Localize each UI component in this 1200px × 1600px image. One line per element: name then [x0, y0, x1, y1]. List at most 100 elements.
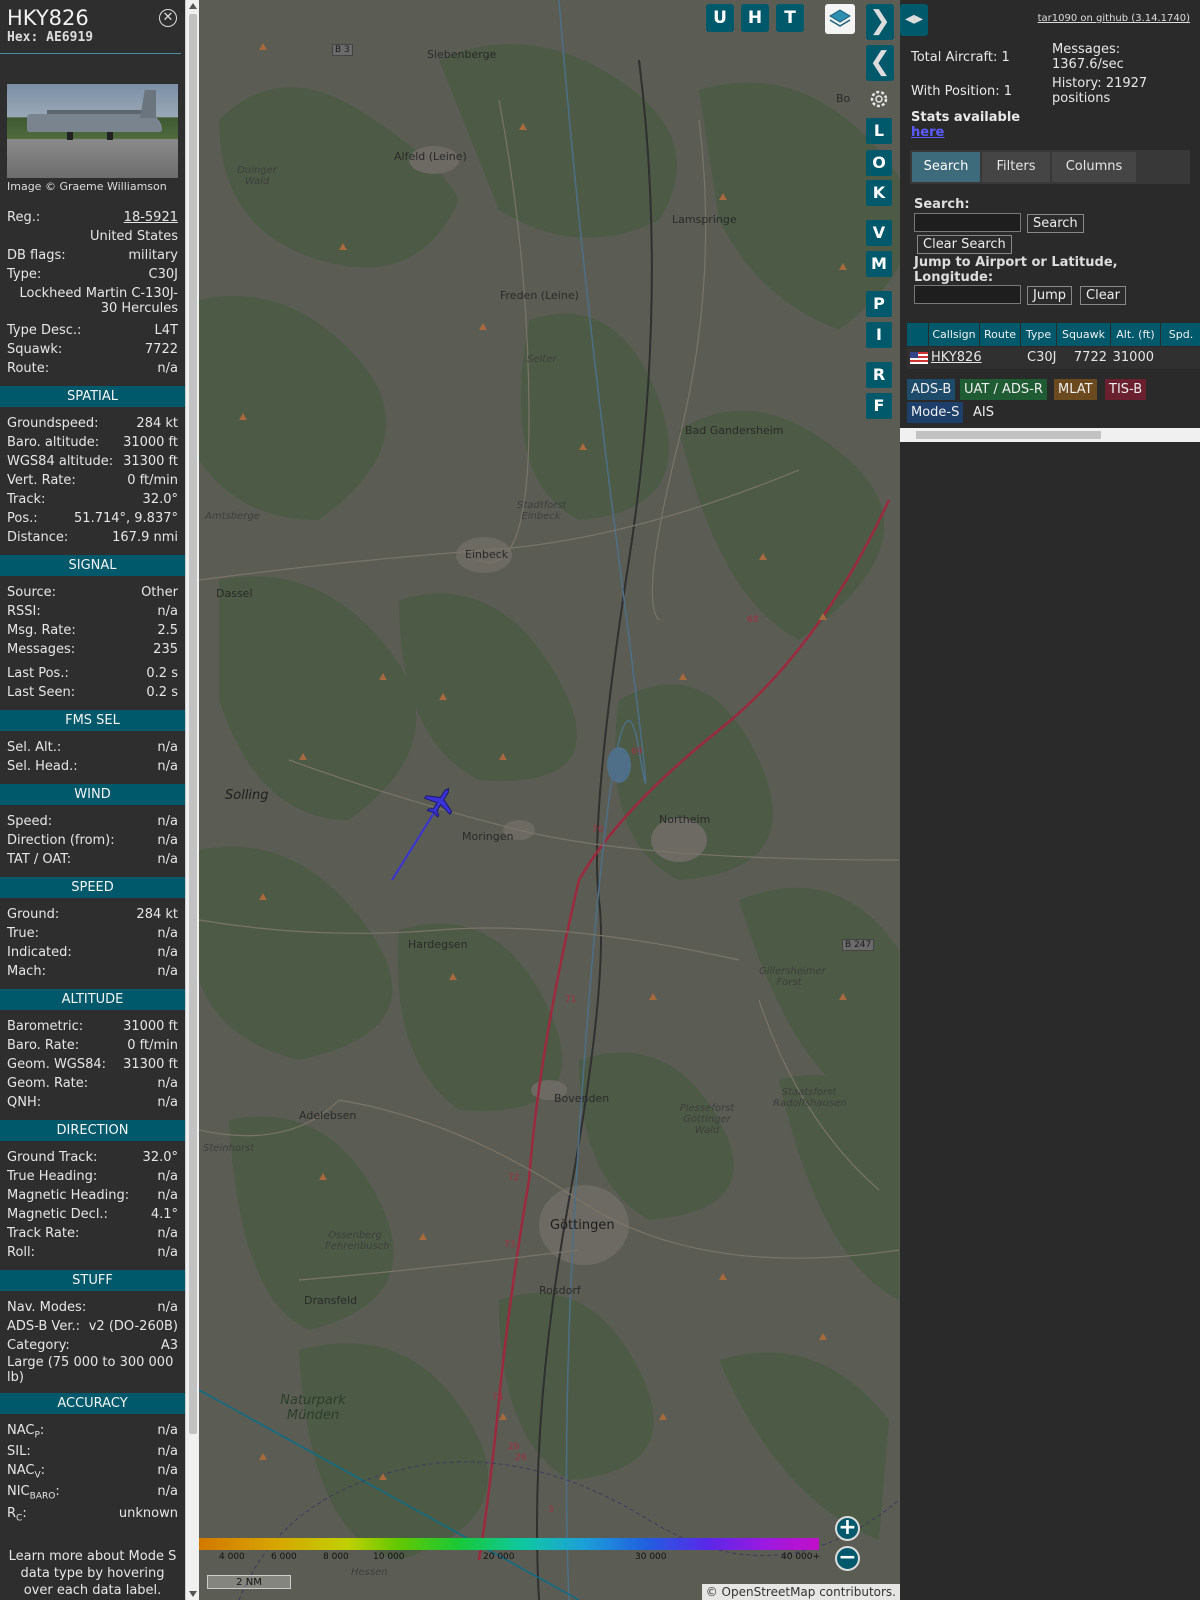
toggle-k-button[interactable]: K	[866, 180, 892, 206]
info-row: Last Pos.: 0.2 s	[0, 664, 185, 683]
info-row-route: Route: n/a	[7, 361, 178, 376]
legend-ais: AIS	[969, 402, 998, 423]
tab-filters[interactable]: Filters	[982, 152, 1050, 182]
column-altitude[interactable]: Alt. (ft)	[1111, 323, 1160, 346]
map-label: Alfeld (Leine)	[394, 150, 467, 163]
road-number: 26	[515, 1453, 527, 1463]
info-row: Geom. Rate: n/a	[0, 1074, 185, 1093]
info-value: n/a	[157, 1300, 178, 1315]
info-row: TAT / OAT: n/a	[0, 850, 185, 869]
info-value: A3	[160, 1338, 178, 1353]
settings-button[interactable]	[866, 86, 892, 112]
table-horizontal-scrollbar[interactable]	[900, 428, 1200, 442]
info-label: Pos.:	[7, 511, 38, 526]
toggle-sidebar-width-button[interactable]: ◂▸	[900, 4, 928, 36]
expand-arrows-icon: ◂▸	[904, 8, 924, 29]
collapse-sidebar-button[interactable]: ❮	[866, 45, 894, 81]
toggle-p-button[interactable]: P	[866, 291, 892, 317]
info-value: 167.9 nmi	[112, 530, 178, 545]
signal-rows-2: Last Pos.: 0.2 s Last Seen: 0.2 s	[0, 664, 185, 702]
toggle-f-button[interactable]: F	[866, 393, 892, 419]
toggle-t-button[interactable]: T	[776, 4, 804, 32]
toggle-v-button[interactable]: V	[866, 220, 892, 246]
map-scale-bar: 2 NM	[207, 1575, 291, 1589]
map-label: Dransfeld	[304, 1294, 358, 1307]
info-value: n/a	[157, 1245, 178, 1260]
row-callsign[interactable]: HKY826	[931, 347, 982, 369]
sidebar-tabs: Search Filters Columns	[910, 150, 1190, 184]
table-row[interactable]: HKY826 C30J 7722 31000	[907, 347, 1200, 369]
info-row: Last Seen: 0.2 s	[0, 683, 185, 702]
info-label: ADS-B Ver.:	[7, 1319, 80, 1334]
map-label: Bovenden	[554, 1092, 610, 1105]
aircraft-icon[interactable]	[420, 780, 461, 821]
section-speed: SPEED	[0, 877, 185, 898]
jump-button[interactable]: Jump	[1027, 286, 1072, 305]
road-number: 74	[492, 1393, 504, 1403]
info-label: Last Seen:	[7, 685, 76, 700]
scroll-up-icon[interactable]	[189, 3, 197, 9]
stats-link[interactable]: here	[911, 125, 944, 140]
toggle-u-button[interactable]: U	[706, 4, 734, 32]
info-value: n/a	[157, 759, 178, 774]
zoom-in-button[interactable]: +	[835, 1516, 860, 1541]
type-full-name: Lockheed Martin C-130J-30 Hercules	[19, 286, 178, 316]
tab-search[interactable]: Search	[912, 152, 980, 182]
info-label: WGS84 altitude:	[7, 454, 114, 469]
map-view[interactable]: Siebenberge Alfeld (Leine) Duinger Wald …	[199, 0, 900, 1600]
info-label: Sel. Head.:	[7, 759, 78, 774]
github-link[interactable]: tar1090 on github (3.14.1740)	[1038, 13, 1190, 24]
info-panel-scrollbar[interactable]	[185, 0, 199, 1600]
info-value: n/a	[157, 1095, 178, 1110]
toggle-m-button[interactable]: M	[866, 251, 892, 277]
clear-jump-button[interactable]: Clear	[1080, 286, 1126, 305]
jump-input[interactable]	[914, 285, 1021, 304]
aircraft-photo[interactable]	[7, 84, 178, 178]
info-row: Source: Other	[0, 583, 185, 602]
column-type[interactable]: Type	[1021, 323, 1056, 346]
aircraft-trail	[391, 807, 438, 881]
info-row: Ground: 284 kt	[0, 905, 185, 924]
road-number: 68	[747, 615, 759, 625]
info-row: Mach: n/a	[0, 962, 185, 981]
spatial-rows: Groundspeed: 284 kt Baro. altitude: 31000 f…	[0, 414, 185, 547]
search-input[interactable]	[914, 213, 1021, 232]
info-footnote: Learn more about Mode S data type by hov…	[8, 1549, 177, 1598]
column-speed[interactable]: Spd.	[1161, 323, 1200, 346]
toggle-i-button[interactable]: I	[866, 322, 892, 348]
stuff-rows: Nav. Modes: n/a ADS-B Ver.: v2 (DO-260B) Cat…	[0, 1298, 185, 1355]
alt-tick: 40 000+	[781, 1552, 821, 1562]
layers-button[interactable]	[825, 4, 855, 34]
scroll-down-icon[interactable]	[189, 1591, 197, 1597]
road-number: 70	[592, 825, 604, 835]
column-flag[interactable]	[907, 323, 928, 346]
scrollbar-thumb[interactable]	[916, 431, 1101, 439]
info-row: True Heading: n/a	[0, 1167, 185, 1186]
info-value: 0.2 s	[146, 685, 178, 700]
toggle-r-button[interactable]: R	[866, 362, 892, 388]
expand-sidebar-button[interactable]: ❯	[866, 4, 894, 40]
toggle-h-button[interactable]: H	[741, 4, 769, 32]
scrollbar-thumb[interactable]	[189, 14, 197, 1434]
zoom-out-button[interactable]: −	[835, 1546, 860, 1571]
info-label: Track:	[7, 492, 46, 507]
close-icon[interactable]: ✕	[159, 9, 177, 27]
chevron-left-icon: ❮	[869, 47, 891, 77]
toggle-o-button[interactable]: O	[866, 150, 892, 176]
info-label: Baro. altitude:	[7, 435, 100, 450]
column-squawk[interactable]: Squawk	[1057, 323, 1110, 346]
section-altitude: ALTITUDE	[0, 989, 185, 1010]
search-button[interactable]: Search	[1027, 214, 1084, 233]
clear-search-button[interactable]: Clear Search	[917, 235, 1012, 254]
info-label: Category:	[7, 1338, 70, 1353]
info-label: Sel. Alt.:	[7, 740, 62, 755]
info-label: Nav. Modes:	[7, 1300, 87, 1315]
registration-link[interactable]: 18-5921	[124, 208, 178, 227]
info-label: Roll:	[7, 1245, 36, 1260]
map-label: Solling	[225, 788, 269, 803]
toggle-l-button[interactable]: L	[866, 118, 892, 144]
column-route[interactable]: Route	[980, 323, 1020, 346]
column-callsign[interactable]: Callsign	[929, 323, 979, 346]
info-value: 31000 ft	[123, 435, 178, 450]
tab-columns[interactable]: Columns	[1052, 152, 1136, 182]
